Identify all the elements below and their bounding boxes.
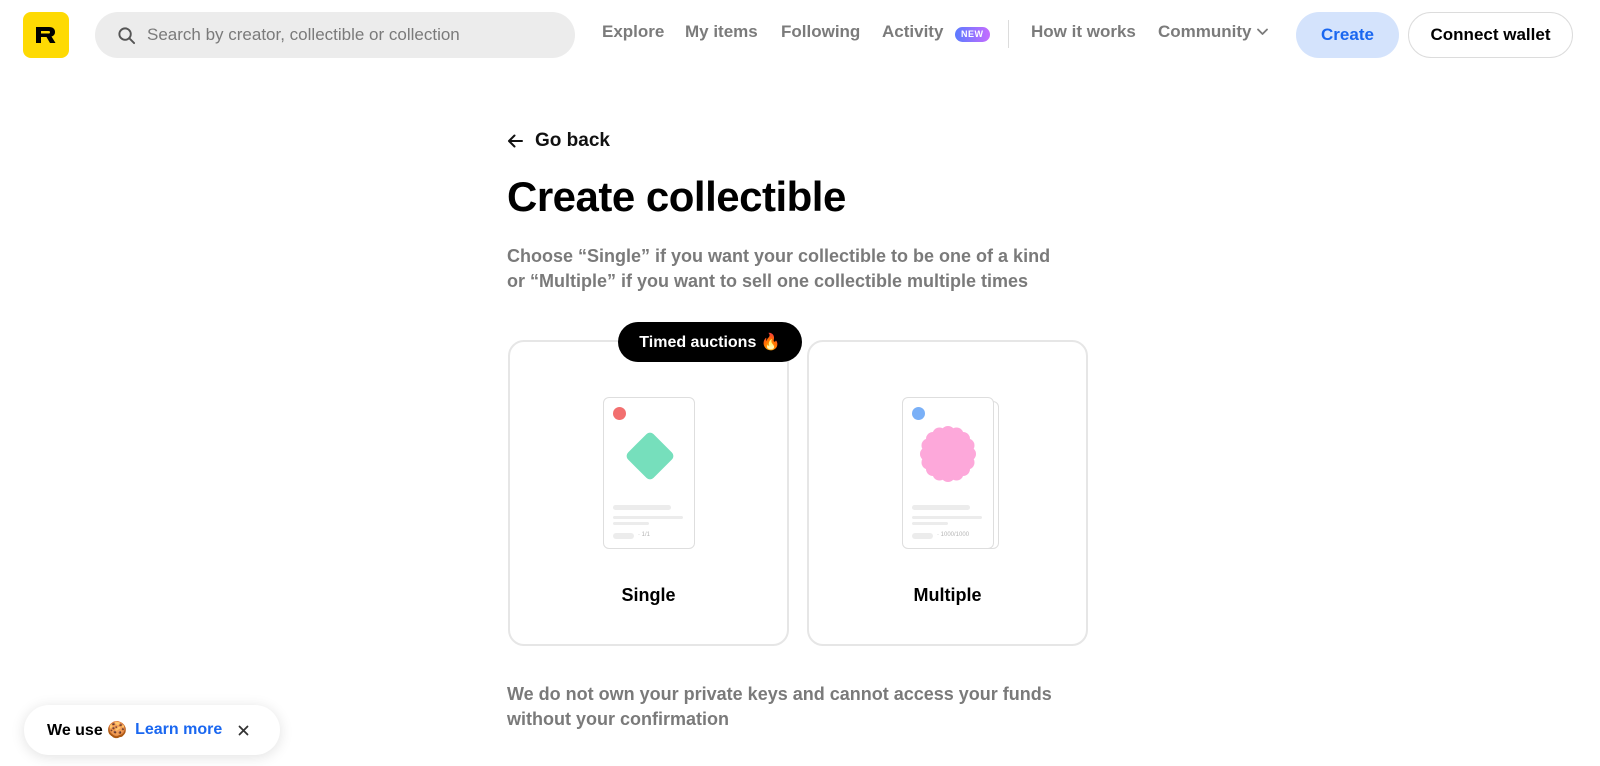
- close-icon[interactable]: [236, 723, 250, 737]
- preview-line: [912, 505, 970, 510]
- search-bar[interactable]: [95, 12, 575, 58]
- single-dot-icon: [613, 407, 626, 420]
- preview-line: [613, 505, 671, 510]
- nav-activity[interactable]: Activity: [882, 22, 943, 42]
- preview-pill: [613, 533, 634, 539]
- cookie-banner: We use 🍪 Learn more: [24, 705, 280, 755]
- create-button[interactable]: Create: [1296, 12, 1399, 58]
- preview-line: [613, 516, 683, 519]
- preview-pill: [912, 533, 933, 539]
- single-option-card[interactable]: · 1/1 Single: [508, 340, 789, 646]
- flower-badge-art-icon: [920, 426, 976, 482]
- single-edition-count: · 1/1: [638, 532, 651, 538]
- nav-following[interactable]: Following: [781, 22, 860, 42]
- multiple-collectible-preview: · 1000/1000: [902, 397, 994, 549]
- security-footnote: We do not own your private keys and cann…: [507, 684, 1052, 729]
- preview-line: [912, 522, 948, 525]
- connect-wallet-button[interactable]: Connect wallet: [1408, 12, 1573, 58]
- page-title: Create collectible: [507, 173, 846, 220]
- new-badge: NEW: [955, 27, 990, 42]
- arrow-left-icon: [507, 132, 525, 150]
- multiple-edition-count: · 1000/1000: [937, 532, 970, 538]
- single-label: Single: [621, 585, 676, 605]
- nav-explore[interactable]: Explore: [602, 22, 664, 42]
- go-back-label: Go back: [535, 130, 610, 151]
- timed-auctions-badge: Timed auctions 🔥: [618, 322, 802, 362]
- go-back-link[interactable]: Go back: [507, 130, 610, 152]
- multiple-dot-icon: [912, 407, 925, 420]
- multiple-option-card[interactable]: · 1000/1000 Multiple: [807, 340, 1088, 646]
- nav-divider: [1008, 20, 1009, 48]
- diamond-art-icon: [626, 432, 674, 480]
- nav-my-items[interactable]: My items: [685, 22, 758, 42]
- nav-community-dropdown[interactable]: Community: [1158, 22, 1268, 42]
- learn-more-link[interactable]: Learn more: [135, 721, 222, 739]
- preview-line: [912, 516, 982, 519]
- page-description: Choose “Single” if you want your collect…: [507, 246, 1051, 291]
- search-input[interactable]: [147, 25, 547, 45]
- rarible-logo[interactable]: [23, 12, 69, 58]
- single-collectible-preview: · 1/1: [603, 397, 695, 549]
- nav-how-it-works[interactable]: How it works: [1031, 22, 1136, 42]
- logo-r-icon: [36, 27, 56, 43]
- preview-line: [613, 522, 649, 525]
- multiple-label: Multiple: [913, 585, 982, 605]
- nav-community-label: Community: [1158, 22, 1252, 41]
- chevron-down-icon: [1256, 28, 1268, 36]
- search-icon: [117, 25, 137, 45]
- cookie-text: We use 🍪: [47, 722, 128, 739]
- top-navigation-bar: Explore My items Following Activity NEW …: [0, 0, 1600, 70]
